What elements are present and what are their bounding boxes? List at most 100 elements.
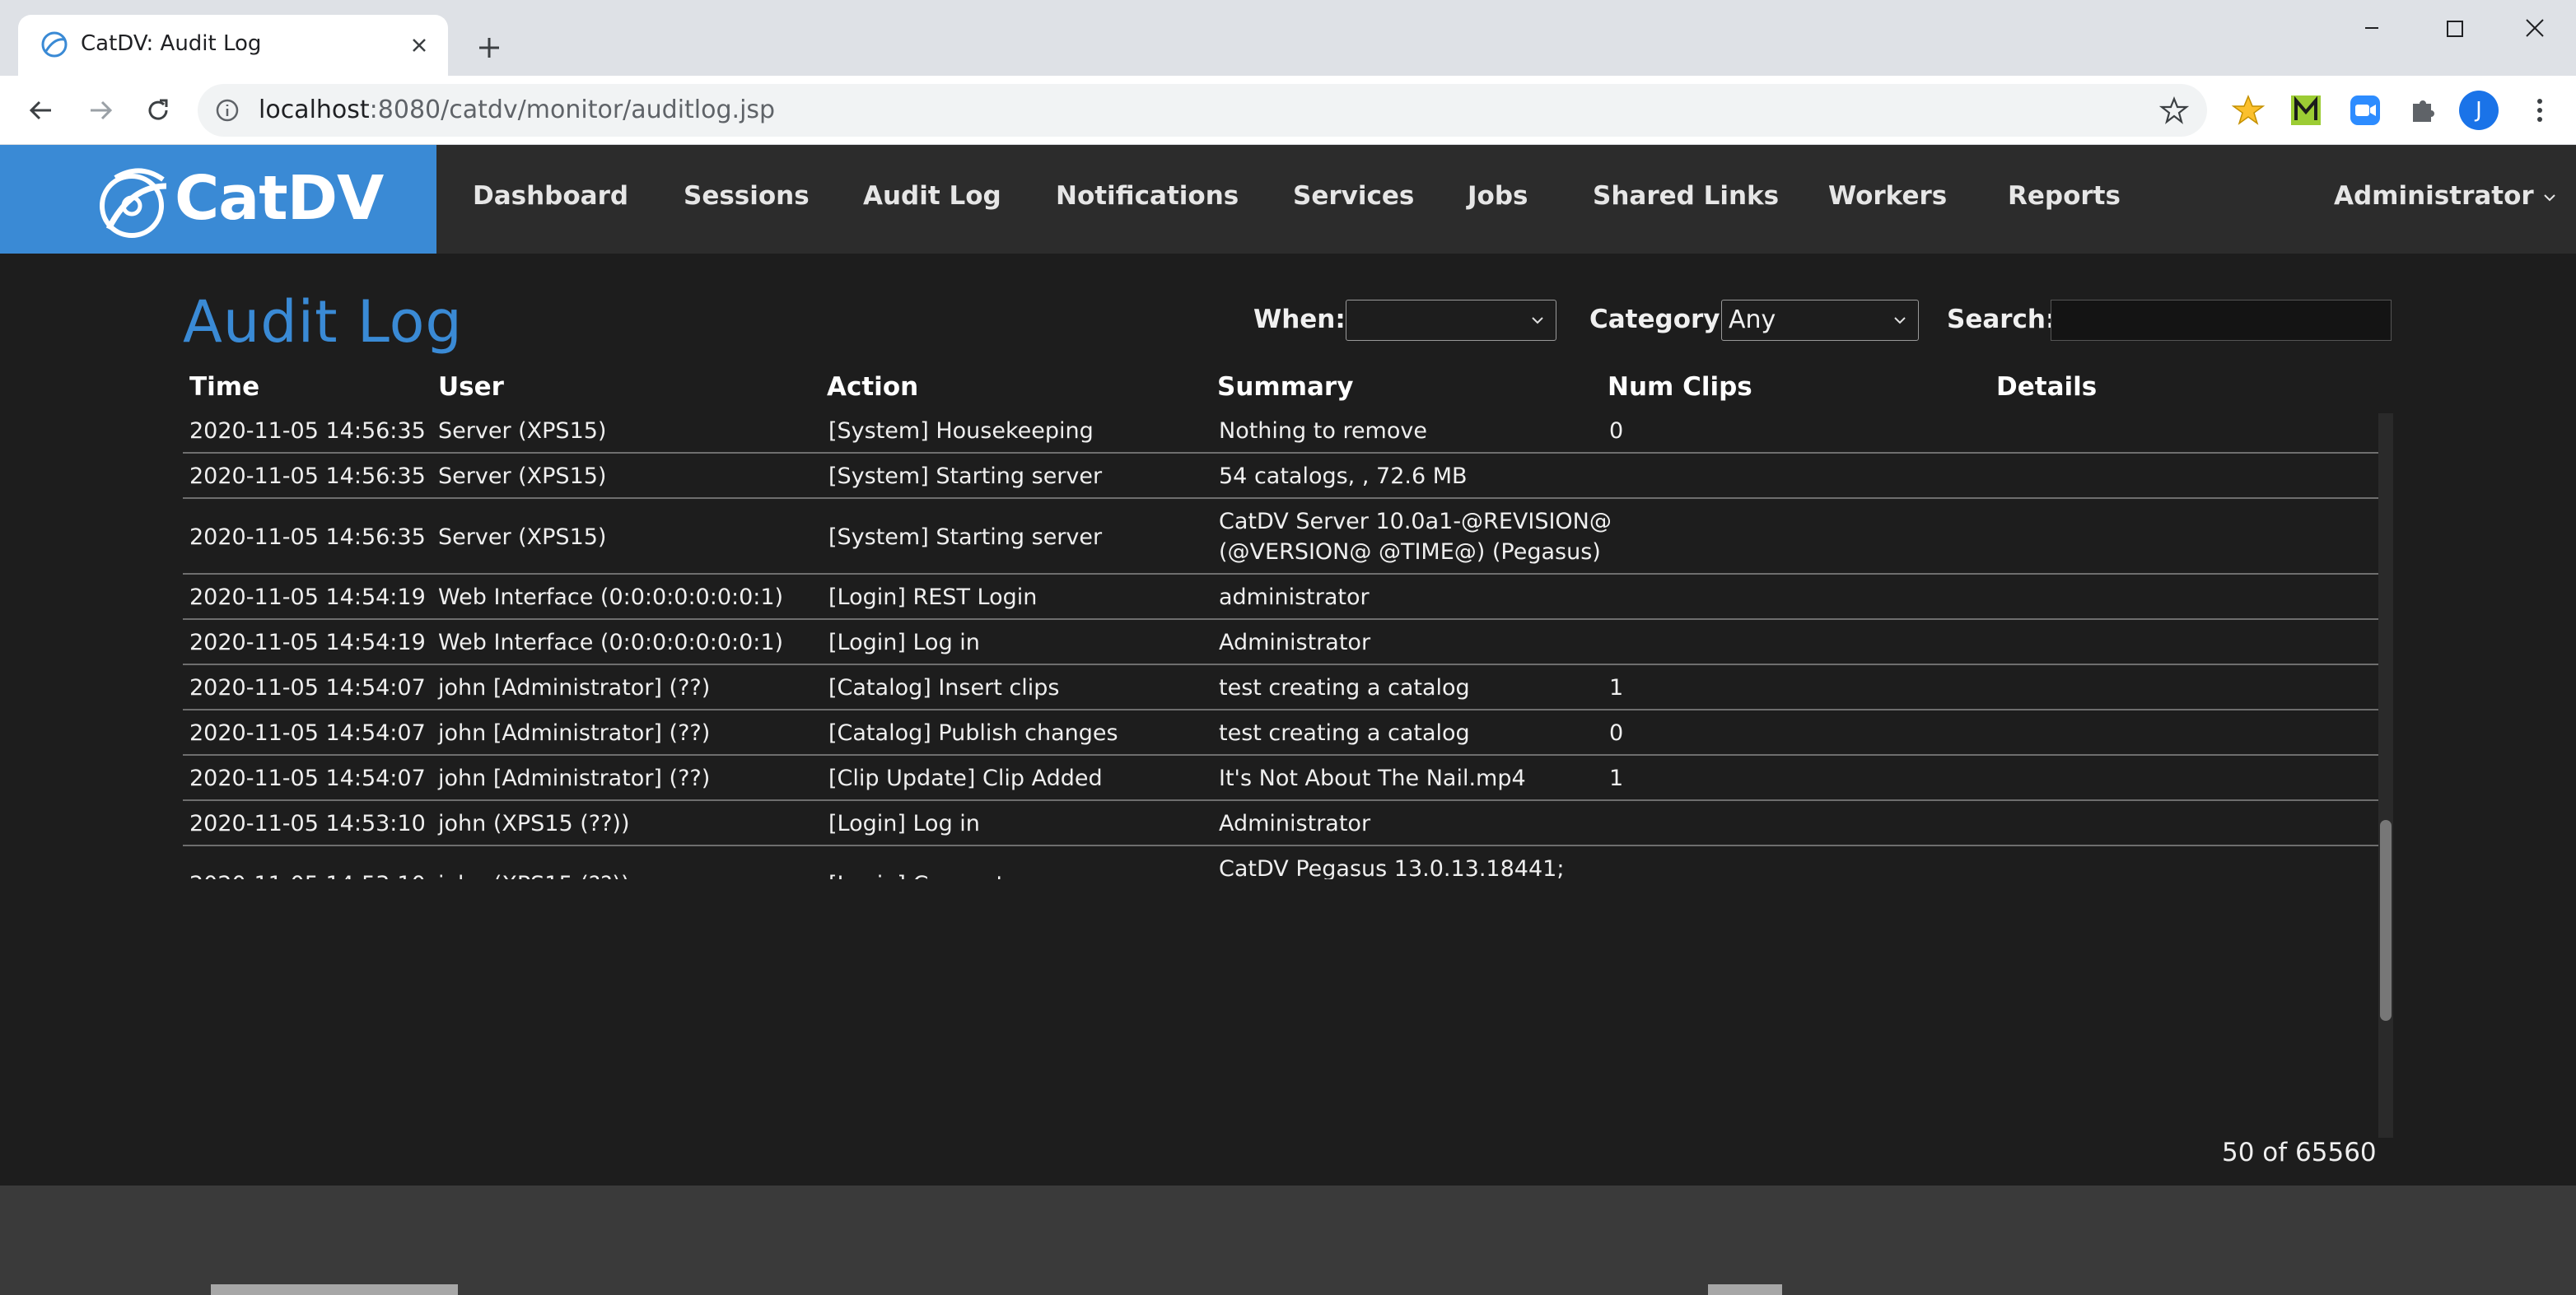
url-text: localhost:8080/catdv/monitor/auditlog.js… [259,95,775,124]
cell-summary: test creating a catalog [1219,720,1470,746]
reload-icon[interactable] [140,92,176,128]
cell-action: [Login] Connect [828,869,1005,880]
back-icon[interactable] [23,92,59,128]
table-row[interactable]: 2020-11-05 14:54:19 Web Interface (0:0:0:… [183,620,2380,665]
chevron-down-icon [1532,317,1543,324]
app-header: CatDV Dashboard Sessions Audit Log Notif… [0,145,2576,254]
when-select[interactable] [1346,300,1556,341]
cell-summary: It's Not About The Nail.mp4 [1219,766,1526,791]
when-label: When: [1253,305,1346,334]
nav-workers[interactable]: Workers [1828,181,1947,211]
cell-num-clips: 0 [1609,418,1624,444]
extension-zoom-icon[interactable] [2349,94,2382,127]
profile-avatar[interactable]: J [2459,91,2499,130]
cell-summary: administrator [1219,585,1370,610]
bookmark-star-icon[interactable] [2159,95,2189,125]
cell-user: john [Administrator] (??) [438,720,711,746]
administrator-menu[interactable]: Administrator [2334,181,2557,211]
nav-notifications[interactable]: Notifications [1056,181,1239,211]
browser-tab-bar: CatDV: Audit Log [0,0,2576,77]
cell-action: [Clip Update] Clip Added [828,766,1103,791]
cell-summary: test creating a catalog [1219,675,1470,701]
footer-heading-left [211,1284,458,1295]
result-count: 50 of 65560 [2222,1138,2377,1167]
search-input[interactable] [2051,300,2392,341]
url-path: :8080/catdv/monitor/auditlog.jsp [369,95,776,124]
chevron-down-icon [1894,317,1906,324]
cell-time: 2020-11-05 14:54:07 [189,720,426,746]
cell-action: [Login] Log in [828,630,980,655]
audit-log-table[interactable]: 2020-11-05 14:56:35 Server (XPS15) [System… [183,413,2393,879]
new-tab-icon[interactable] [473,31,506,64]
cell-action: [Login] REST Login [828,585,1038,610]
maximize-icon[interactable] [2429,12,2479,44]
browser-tab[interactable]: CatDV: Audit Log [18,15,448,77]
column-header-user[interactable]: User [438,372,504,402]
cell-num-clips: 0 [1609,720,1624,746]
cell-time: 2020-11-05 14:53:10 [189,811,426,836]
nav-reports[interactable]: Reports [2008,181,2121,211]
table-row[interactable]: 2020-11-05 14:54:19 Web Interface (0:0:0:… [183,575,2380,620]
info-icon[interactable] [214,97,240,123]
table-row[interactable]: 2020-11-05 14:53:10 john (XPS15 (??)) [Log… [183,801,2380,846]
category-label: Category: [1589,305,1730,334]
logo-text: CatDV [175,163,384,234]
cell-time: 2020-11-05 14:54:19 [189,630,426,655]
column-header-summary[interactable]: Summary [1217,372,1353,402]
close-tab-icon[interactable] [407,33,432,58]
cell-summary: Administrator [1219,630,1371,655]
table-row[interactable]: 2020-11-05 14:54:07 john [Administrator] … [183,756,2380,801]
chevron-down-icon [2544,193,2556,201]
nav-dashboard[interactable]: Dashboard [473,181,628,211]
cell-user: Web Interface (0:0:0:0:0:0:0:1) [438,585,784,610]
main-panel: Audit Log When: Category: Any Search: Ti… [0,254,2576,1186]
search-label: Search: [1947,305,2056,334]
category-value: Any [1729,305,1776,334]
cell-action: [Catalog] Insert clips [828,675,1060,701]
tab-title: CatDV: Audit Log [81,31,262,56]
cell-user: Web Interface (0:0:0:0:0:0:0:1) [438,630,784,655]
scrollbar-track[interactable] [2378,413,2393,1138]
extension-star-icon[interactable] [2232,94,2265,127]
cell-user: john (XPS15 (??)) [438,869,629,880]
table-row[interactable]: 2020-11-05 14:53:10 john (XPS15 (??)) [Log… [183,846,2380,879]
nav-audit-log[interactable]: Audit Log [863,181,1001,211]
menu-icon[interactable] [2523,94,2556,127]
scrollbar-thumb[interactable] [2380,820,2392,1021]
table-row[interactable]: 2020-11-05 14:54:07 john [Administrator] … [183,710,2380,756]
cell-summary: Administrator [1219,811,1371,836]
catdv-favicon-icon [41,31,68,58]
extension-m-icon[interactable] [2289,94,2322,127]
column-header-action[interactable]: Action [827,372,918,402]
cell-action: [System] Starting server [828,463,1103,489]
catdv-logo-icon [100,168,167,238]
cell-action: [System] Housekeeping [828,418,1094,444]
nav-sessions[interactable]: Sessions [684,181,810,211]
column-header-num-clips[interactable]: Num Clips [1608,372,1752,402]
page-footer [0,1186,2576,1295]
table-row[interactable]: 2020-11-05 14:56:35 Server (XPS15) [System… [183,499,2380,575]
puzzle-icon[interactable] [2406,94,2439,127]
nav-services[interactable]: Services [1293,181,1414,211]
table-row[interactable]: 2020-11-05 14:56:35 Server (XPS15) [System… [183,454,2380,499]
catdv-logo[interactable]: CatDV [0,145,436,254]
nav-jobs[interactable]: Jobs [1468,181,1528,211]
administrator-label: Administrator [2334,181,2534,211]
column-header-time[interactable]: Time [189,372,259,402]
cell-time: 2020-11-05 14:54:07 [189,675,426,701]
table-row[interactable]: 2020-11-05 14:56:35 Server (XPS15) [System… [183,413,2380,454]
cell-time: 2020-11-05 14:54:19 [189,585,426,610]
table-row[interactable]: 2020-11-05 14:54:07 john [Administrator] … [183,665,2380,710]
cell-summary: CatDV Pegasus 13.0.13.18441; Windows 10 … [1219,856,1565,879]
address-bar[interactable]: localhost:8080/catdv/monitor/auditlog.js… [198,84,2207,137]
close-window-icon[interactable] [2510,12,2560,44]
cell-user: john (XPS15 (??)) [438,811,630,836]
nav-shared-links[interactable]: Shared Links [1593,181,1779,211]
cell-time: 2020-11-05 14:56:35 [189,418,426,444]
cell-user: john [Administrator] (??) [438,675,711,701]
category-select[interactable]: Any [1721,300,1919,341]
forward-icon[interactable] [82,92,119,128]
minimize-icon[interactable] [2347,12,2396,44]
cell-action: [Login] Log in [828,811,980,836]
column-header-details[interactable]: Details [1996,372,2097,402]
